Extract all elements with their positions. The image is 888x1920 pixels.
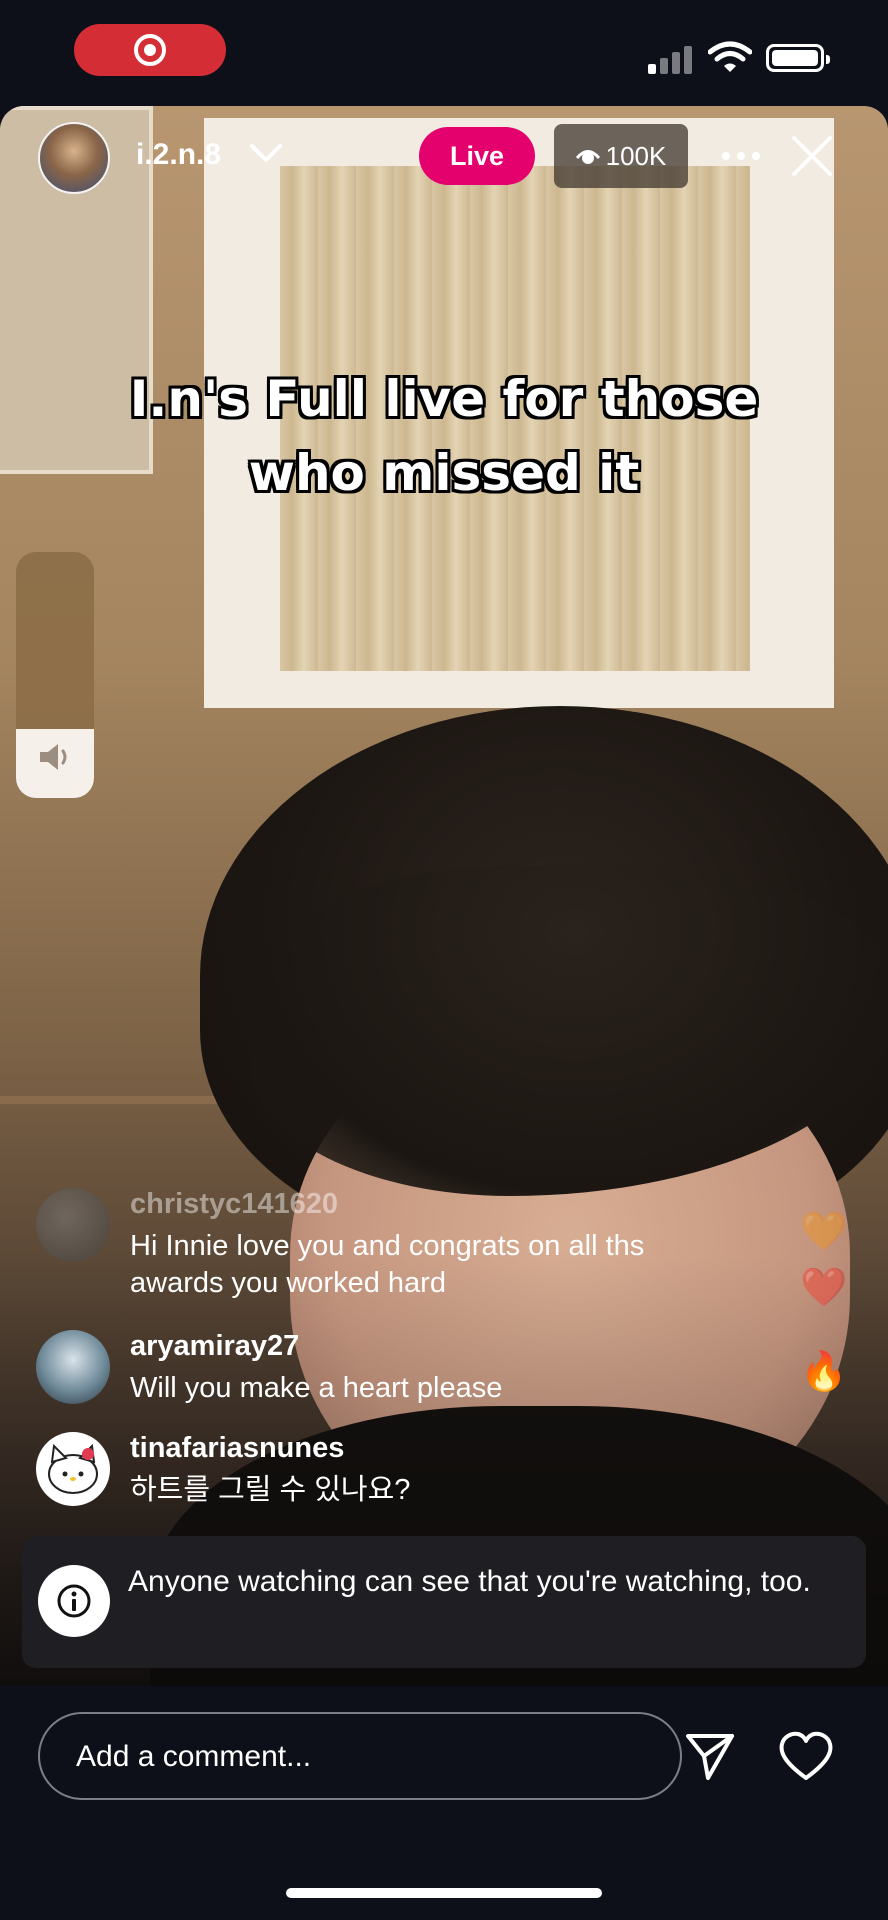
send-icon[interactable] — [684, 1730, 736, 1782]
list-item: tinafariasnunes 하트를 그릴 수 있나요? — [36, 1432, 676, 1512]
wifi-icon — [708, 41, 752, 72]
live-badge: Live — [419, 127, 535, 185]
host-avatar[interactable] — [38, 122, 110, 194]
reaction-emoji: 🧡 — [800, 1211, 848, 1253]
eye-icon — [575, 150, 600, 164]
heart-icon[interactable] — [778, 1730, 834, 1782]
battery-icon — [766, 44, 830, 72]
hello-kitty-icon — [48, 1443, 98, 1494]
chevron-down-icon[interactable] — [248, 140, 284, 166]
avatar[interactable] — [36, 1432, 110, 1506]
viewer-privacy-notice: Anyone watching can see that you're watc… — [22, 1536, 866, 1668]
status-bar — [0, 0, 888, 100]
speaker-icon — [40, 744, 67, 770]
video-caption: I.n's Full live for those who missed it — [100, 362, 788, 510]
close-icon[interactable] — [790, 134, 834, 178]
info-icon — [38, 1565, 110, 1637]
comment-text: Hi Innie love you and congrats on all th… — [130, 1230, 645, 1299]
screen-recording-indicator[interactable] — [74, 24, 226, 76]
avatar[interactable] — [36, 1330, 110, 1404]
home-indicator[interactable] — [286, 1888, 602, 1898]
comment-username[interactable]: aryamiray27 — [130, 1330, 299, 1363]
reaction-emoji: ❤️ — [800, 1267, 848, 1309]
list-item: aryamiray27 Will you make a heart please — [36, 1330, 676, 1410]
comment-username[interactable]: christyc141620 — [130, 1188, 338, 1221]
more-options-icon[interactable] — [719, 142, 763, 170]
comment-text: 하트를 그릴 수 있나요? — [130, 1474, 411, 1506]
comment-username[interactable]: tinafariasnunes — [130, 1432, 344, 1465]
viewer-count-badge[interactable]: 100K — [554, 124, 688, 188]
comment-field[interactable] — [38, 1712, 682, 1800]
viewer-count: 100K — [605, 140, 667, 171]
comment-text: Will you make a heart please — [130, 1372, 503, 1404]
caption-line-2: who missed it — [248, 444, 640, 502]
comment-input[interactable] — [74, 1736, 638, 1778]
notice-text: Anyone watching can see that you're watc… — [128, 1565, 811, 1598]
avatar[interactable] — [36, 1188, 110, 1262]
cellular-signal-icon — [648, 44, 696, 74]
reaction-emoji: 🔥 — [800, 1351, 848, 1393]
list-item: christyc141620 Hi Innie love you and con… — [36, 1188, 676, 1308]
host-username[interactable]: i.2.n.8 — [136, 138, 221, 172]
volume-slider[interactable] — [16, 552, 94, 798]
caption-line-1: I.n's Full live for those — [129, 370, 759, 428]
